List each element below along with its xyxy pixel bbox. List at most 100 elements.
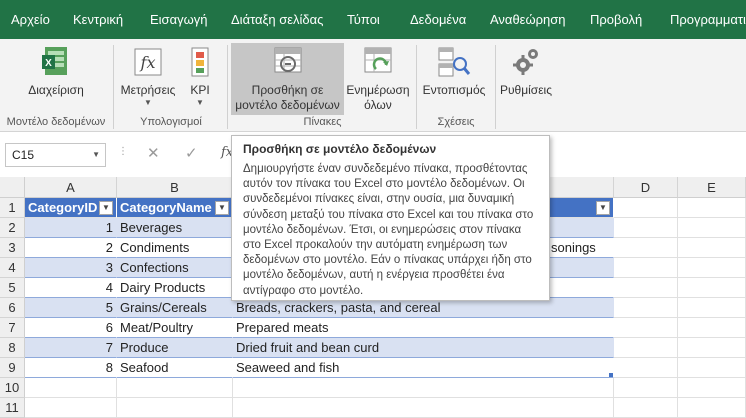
row-header[interactable]: 8 — [0, 338, 25, 358]
grid-cell[interactable] — [678, 258, 746, 278]
column-header-d[interactable]: D — [614, 177, 678, 198]
tab-review[interactable]: Αναθεώρηση — [490, 0, 566, 39]
grid-cell[interactable] — [25, 378, 117, 398]
grid-cell[interactable] — [25, 398, 117, 418]
column-header-a[interactable]: A — [25, 177, 117, 198]
manage-button[interactable]: X Διαχείριση — [22, 43, 90, 115]
grid-cell[interactable] — [678, 238, 746, 258]
row-header[interactable]: 5 — [0, 278, 25, 298]
tab-home[interactable]: Κεντρική — [73, 0, 123, 39]
grid-cell[interactable] — [614, 258, 678, 278]
table-cell[interactable]: Meat/Poultry — [117, 318, 233, 338]
group-label-tables: Πίνακες — [303, 116, 342, 128]
kpi-button[interactable]: KPI ▼ — [183, 43, 217, 115]
grid-cell[interactable] — [678, 378, 746, 398]
row-header[interactable]: 1 — [0, 198, 25, 218]
grid-cell[interactable] — [678, 318, 746, 338]
update-all-button[interactable]: Ενημέρωση όλων — [346, 43, 410, 115]
table-cell[interactable]: Confections — [117, 258, 233, 278]
chevron-down-icon: ▼ — [196, 98, 204, 107]
row-header[interactable]: 7 — [0, 318, 25, 338]
grid-cell[interactable] — [678, 278, 746, 298]
table-cell[interactable]: Seafood — [117, 358, 233, 378]
tab-file[interactable]: Αρχείο — [11, 0, 50, 39]
enter-icon[interactable]: ✓ — [185, 144, 198, 162]
row-header[interactable]: 6 — [0, 298, 25, 318]
table-cell[interactable]: 6 — [25, 318, 117, 338]
table-cell[interactable]: Condiments — [117, 238, 233, 258]
measures-button[interactable]: fx Μετρήσεις ▼ — [117, 43, 179, 115]
table-cell[interactable]: Grains/Cereals — [117, 298, 233, 318]
tab-page-layout[interactable]: Διάταξη σελίδας — [231, 0, 323, 39]
tab-insert[interactable]: Εισαγωγή — [150, 0, 207, 39]
grid-cell[interactable] — [678, 338, 746, 358]
grid-cell[interactable] — [614, 378, 678, 398]
filter-dropdown-icon[interactable]: ▼ — [596, 201, 610, 215]
tab-developer[interactable]: Προγραμματισ — [670, 0, 746, 39]
table-header-cell[interactable]: CategoryID ▼ — [25, 198, 117, 218]
table-cell[interactable]: Produce — [117, 338, 233, 358]
overflow-text: sonings — [551, 240, 596, 255]
group-separator — [416, 45, 417, 129]
table-cell[interactable]: 2 — [25, 238, 117, 258]
grid-cell[interactable] — [614, 398, 678, 418]
chevron-down-icon[interactable]: ▼ — [92, 144, 100, 166]
add-to-data-model-button[interactable]: Προσθήκη σε μοντέλο δεδομένων — [231, 43, 344, 115]
column-header-e[interactable]: E — [678, 177, 746, 198]
name-box[interactable]: C15 ▼ — [5, 143, 106, 167]
refresh-table-icon — [364, 47, 392, 73]
table-cell[interactable]: 3 — [25, 258, 117, 278]
tab-data[interactable]: Δεδομένα — [410, 0, 466, 39]
select-all-corner[interactable] — [0, 177, 25, 198]
add-to-model-icon — [274, 47, 301, 73]
tab-formulas[interactable]: Τύποι — [347, 0, 380, 39]
grid-cell[interactable] — [678, 198, 746, 218]
grid-cell[interactable] — [678, 298, 746, 318]
grid-cell[interactable] — [678, 358, 746, 378]
grid-cell[interactable] — [233, 378, 614, 398]
grid-cell[interactable] — [117, 398, 233, 418]
tab-view[interactable]: Προβολή — [590, 0, 642, 39]
filter-dropdown-icon[interactable]: ▼ — [99, 201, 113, 215]
grid-cell[interactable] — [233, 398, 614, 418]
table-cell[interactable]: Dairy Products — [117, 278, 233, 298]
grid-cell[interactable] — [678, 218, 746, 238]
grid-cell[interactable] — [678, 398, 746, 418]
update-line-2: όλων — [364, 98, 392, 112]
group-label-relations: Σχέσεις — [437, 116, 475, 128]
row-header[interactable]: 3 — [0, 238, 25, 258]
detect-button[interactable]: Εντοπισμός — [420, 43, 488, 115]
grid-cell[interactable] — [614, 218, 678, 238]
column-header-b[interactable]: B — [117, 177, 233, 198]
table-cell[interactable]: Beverages — [117, 218, 233, 238]
table-resize-handle[interactable] — [609, 373, 613, 377]
settings-button[interactable]: Ρυθμίσεις — [498, 43, 554, 115]
table-cell[interactable]: 5 — [25, 298, 117, 318]
table-cell[interactable]: 8 — [25, 358, 117, 378]
measures-label: Μετρήσεις — [120, 83, 176, 97]
row-header[interactable]: 10 — [0, 378, 25, 398]
row-header[interactable]: 9 — [0, 358, 25, 378]
row-header[interactable]: 11 — [0, 398, 25, 418]
table-cell[interactable]: 7 — [25, 338, 117, 358]
grid-cell[interactable] — [614, 278, 678, 298]
filter-dropdown-icon[interactable]: ▼ — [215, 201, 229, 215]
table-header-label: CategoryID — [28, 200, 98, 215]
row-header[interactable]: 2 — [0, 218, 25, 238]
table-cell[interactable]: Prepared meats — [233, 318, 614, 338]
grid-cell[interactable] — [614, 198, 678, 218]
cancel-icon[interactable]: ✕ — [147, 144, 160, 162]
grid-cell[interactable] — [614, 318, 678, 338]
table-cell[interactable]: Seaweed and fish — [233, 358, 614, 378]
row-header[interactable]: 4 — [0, 258, 25, 278]
grid-cell[interactable] — [614, 238, 678, 258]
grid-cell[interactable] — [117, 378, 233, 398]
table-cell[interactable]: 1 — [25, 218, 117, 238]
grid-cell[interactable] — [614, 338, 678, 358]
table-header-cell[interactable]: CategoryName ▼ — [117, 198, 233, 218]
table-cell[interactable]: Dried fruit and bean curd — [233, 338, 614, 358]
table-cell[interactable]: 4 — [25, 278, 117, 298]
grid-cell[interactable] — [614, 298, 678, 318]
table-cell[interactable]: Breads, crackers, pasta, and cereal — [233, 298, 614, 318]
grid-cell[interactable] — [614, 358, 678, 378]
